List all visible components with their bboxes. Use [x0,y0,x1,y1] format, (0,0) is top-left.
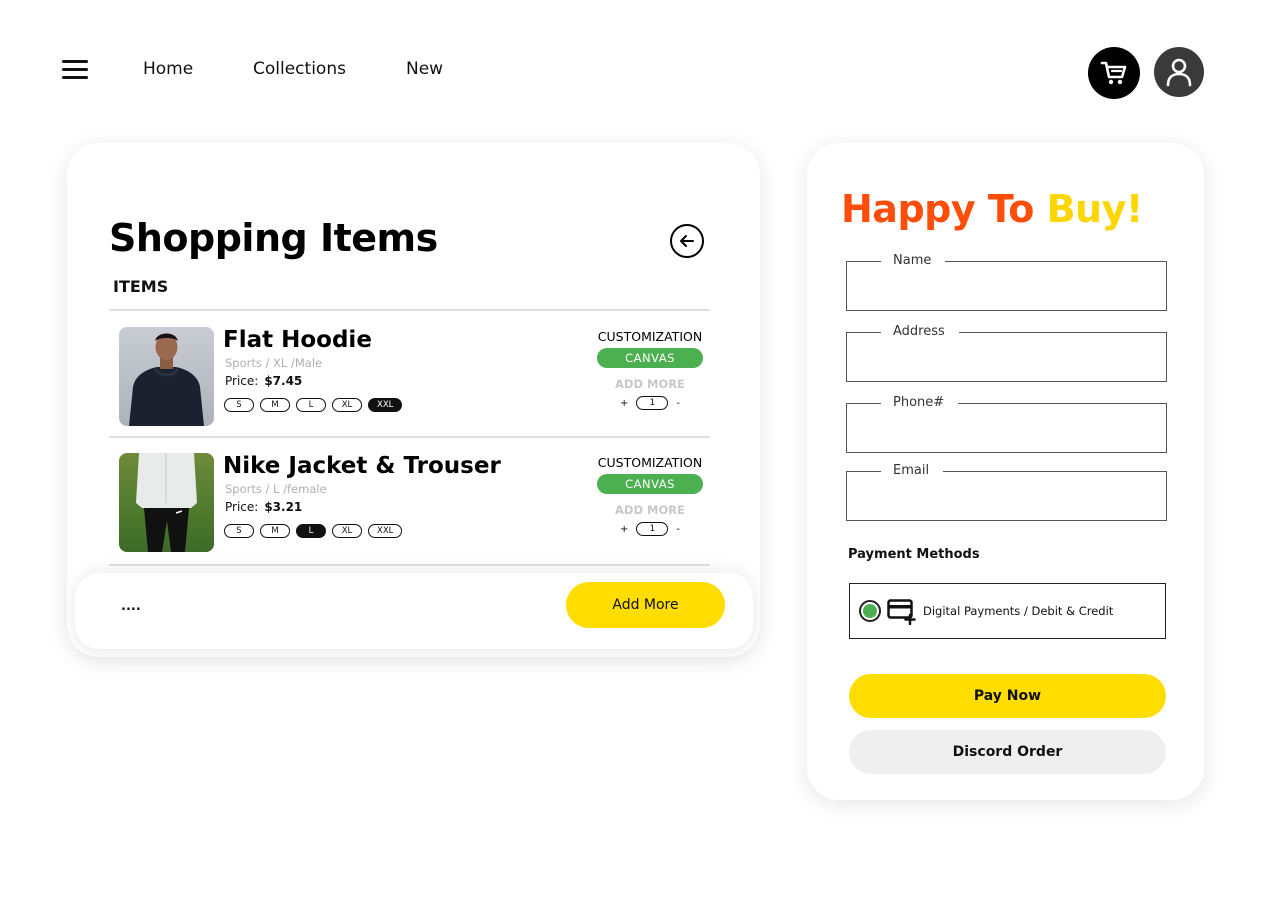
size-selector: S M L XL XXL [224,524,403,538]
quantity-stepper: + 1 - [597,522,703,536]
size-option-m[interactable]: M [260,398,290,412]
product-price: Price: $7.45 [225,374,302,388]
user-profile-button[interactable] [1154,47,1204,97]
address-field: Address [846,324,1167,382]
product-image-hoodie [119,327,214,426]
shopping-cart-icon [1100,61,1127,85]
checkout-card: Happy To Buy! Name Address Phone# Email … [807,143,1204,800]
quantity-value[interactable]: 1 [636,396,669,410]
product-image-jacket [119,453,214,552]
items-heading: ITEMS [113,277,169,296]
product-price: Price: $3.21 [225,500,302,514]
checkout-title-part2: Buy! [1046,187,1144,231]
nav-new-link[interactable]: New [406,59,443,79]
divider [109,309,710,311]
user-profile-icon [1166,58,1192,87]
cart-button[interactable] [1088,47,1140,99]
payment-methods-label: Payment Methods [848,547,980,562]
discord-order-button[interactable]: Discord Order [849,730,1166,774]
product-row-nike-jacket: Nike Jacket & Trouser Sports / L /female… [119,453,709,553]
address-input[interactable] [847,333,1166,381]
customization-label: CUSTOMIZATION [597,455,703,470]
name-input[interactable] [847,262,1166,310]
price-value: $7.45 [264,374,303,388]
size-selector: S M L XL XXL [224,398,403,412]
size-option-xxl[interactable]: XXL [368,524,403,538]
customization-panel: CUSTOMIZATION CANVAS ADD MORE + 1 - [597,329,703,410]
qty-decrease-button[interactable]: - [676,398,680,409]
size-option-xxl[interactable]: XXL [368,398,403,412]
product-name[interactable]: Nike Jacket & Trouser [223,453,501,479]
shopping-items-title: Shopping Items [109,216,438,260]
size-option-s[interactable]: S [224,524,254,538]
price-value: $3.21 [264,500,303,514]
size-option-l[interactable]: L [296,524,326,538]
size-option-xl[interactable]: XL [332,398,362,412]
pay-now-button[interactable]: Pay Now [849,674,1166,718]
price-label: Price: [225,500,259,514]
customization-panel: CUSTOMIZATION CANVAS ADD MORE + 1 - [597,455,703,536]
email-field: Email [846,463,1167,521]
canvas-button[interactable]: CANVAS [597,474,703,494]
email-input[interactable] [847,472,1166,520]
payment-option-digital[interactable]: Digital Payments / Debit & Credit [849,583,1166,639]
payment-option-label: Digital Payments / Debit & Credit [923,604,1114,618]
credit-card-add-icon [887,599,916,625]
quantity-stepper: + 1 - [597,396,703,410]
checkout-title: Happy To Buy! [841,187,1143,231]
phone-input[interactable] [847,404,1166,452]
price-label: Price: [225,374,259,388]
size-option-xl[interactable]: XL [332,524,362,538]
nav-collections-link[interactable]: Collections [253,59,346,79]
shopping-items-card: Shopping Items ITEMS Flat Hoodie Sports … [67,143,760,657]
name-field: Name [846,253,1167,311]
add-more-link[interactable]: ADD MORE [597,377,703,391]
qty-increase-button[interactable]: + [620,524,628,535]
checkout-title-part1: Happy To [841,187,1034,231]
size-option-m[interactable]: M [260,524,290,538]
phone-field: Phone# [846,395,1167,453]
arrow-left-circle-icon [680,235,694,247]
product-meta: Sports / L /female [225,482,327,496]
divider [109,564,710,566]
product-name[interactable]: Flat Hoodie [223,327,372,353]
add-more-link[interactable]: ADD MORE [597,503,703,517]
hamburger-menu-icon[interactable] [62,60,88,80]
back-button[interactable] [670,224,704,258]
phone-field-label: Phone# [881,395,959,411]
customization-label: CUSTOMIZATION [597,329,703,344]
cart-footer-bar: .... Add More [75,573,753,649]
payment-radio[interactable] [859,600,881,622]
qty-decrease-button[interactable]: - [676,524,680,535]
size-option-s[interactable]: S [224,398,254,412]
footer-ellipsis: .... [121,599,141,614]
product-row-flat-hoodie: Flat Hoodie Sports / XL /Male Price: $7.4… [119,327,709,427]
product-meta: Sports / XL /Male [225,356,323,370]
size-option-l[interactable]: L [296,398,326,412]
add-more-button[interactable]: Add More [566,582,725,628]
name-field-label: Name [881,253,946,269]
canvas-button[interactable]: CANVAS [597,348,703,368]
qty-increase-button[interactable]: + [620,398,628,409]
divider [109,436,710,438]
nav-home-link[interactable]: Home [143,59,193,79]
address-field-label: Address [881,324,959,340]
page: Home Collections New Shopping Items ITEM… [0,0,1280,910]
quantity-value[interactable]: 1 [636,522,669,536]
email-field-label: Email [881,463,944,479]
